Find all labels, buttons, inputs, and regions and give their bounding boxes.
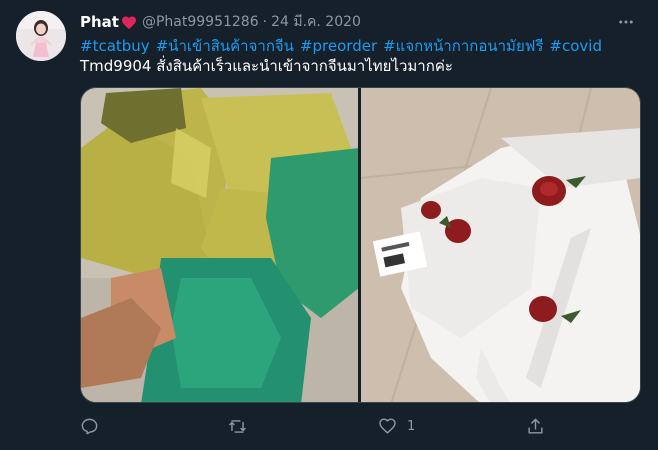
- hashtag-link[interactable]: #นำเข้าสินค้าจากจีน: [156, 37, 294, 55]
- share-button[interactable]: [526, 414, 545, 438]
- action-bar: 1: [80, 414, 560, 438]
- photo-packages[interactable]: [81, 88, 358, 402]
- share-icon: [528, 418, 543, 434]
- author-display-name[interactable]: Phat: [80, 13, 119, 31]
- hashtag-link[interactable]: #covid: [549, 37, 602, 55]
- reply-button[interactable]: [80, 414, 109, 438]
- red-heart-icon: [121, 16, 136, 29]
- retweet-button[interactable]: [228, 414, 257, 438]
- reply-icon: [81, 418, 98, 434]
- media-grid: [80, 87, 641, 403]
- avatar[interactable]: [16, 11, 66, 61]
- tweet: Phat @Phat99951286 · 24 มี.ค. 2020 #tcat…: [0, 0, 658, 450]
- hashtag-link[interactable]: #preorder: [300, 37, 377, 55]
- photo-dress[interactable]: [361, 88, 640, 402]
- tweet-date[interactable]: 24 มี.ค. 2020: [271, 11, 361, 33]
- like-icon: [379, 418, 396, 434]
- author-handle[interactable]: @Phat99951286: [142, 14, 259, 30]
- more-options-icon[interactable]: [614, 10, 638, 34]
- like-count: 1: [407, 418, 416, 434]
- like-button[interactable]: 1: [378, 414, 415, 438]
- separator-dot: ·: [262, 14, 268, 30]
- hashtag-link[interactable]: #แจกหน้ากากอนามัยฟรี: [383, 37, 543, 55]
- hashtag-line: #tcatbuy #นำเข้าสินค้าจากจีน #preorder #แจก…: [80, 36, 638, 56]
- hashtag-link[interactable]: #tcatbuy: [80, 37, 150, 55]
- retweet-icon: [229, 419, 246, 433]
- tweet-header: Phat @Phat99951286 · 24 มี.ค. 2020: [80, 12, 638, 32]
- tweet-text: Tmd9904 สั่งสินค้าเร็วและนำเข้าจากจีนมาไ…: [80, 57, 453, 75]
